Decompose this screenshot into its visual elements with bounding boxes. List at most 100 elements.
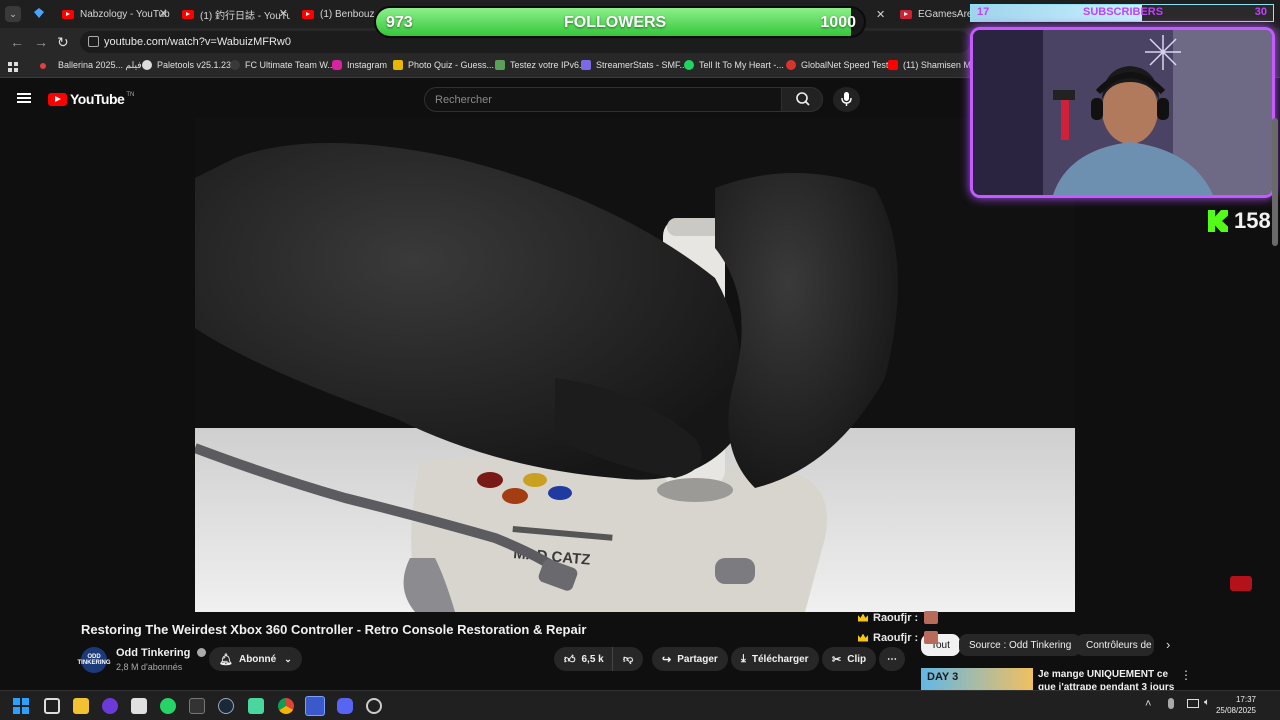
bookmark-item[interactable]: Tell It To My Heart -... [684, 60, 784, 70]
page-scrollbar[interactable] [1272, 118, 1278, 246]
close-tab-icon[interactable]: ✕ [279, 7, 288, 20]
bookmark-icon [393, 60, 403, 70]
back-icon[interactable]: ← [10, 34, 24, 50]
streaming-app-icon[interactable] [305, 696, 325, 716]
country-code: TN [126, 92, 135, 98]
chat-message: Raoufjr : [858, 611, 939, 624]
chip-controllers[interactable]: Contrôleurs de j [1076, 634, 1154, 656]
site-favicon-icon [900, 9, 912, 19]
clip-button[interactable]: ✂ Clip [822, 647, 877, 671]
app-icon[interactable] [248, 698, 264, 714]
crown-icon [858, 633, 868, 642]
discord-icon[interactable] [337, 698, 353, 714]
followers-label: FOLLOWERS [564, 14, 667, 31]
whatsapp-icon[interactable] [160, 698, 176, 714]
bookmark-icon [495, 60, 505, 70]
verified-icon [197, 648, 207, 657]
search-icon [796, 92, 810, 106]
youtube-logo[interactable]: YouTube TN [48, 91, 134, 107]
channel-name-text: Odd Tinkering [116, 647, 191, 659]
search-button[interactable] [781, 87, 823, 112]
steam-icon[interactable] [218, 698, 234, 714]
subscribers-label: SUBSCRIBERS [1083, 6, 1164, 18]
chip-source[interactable]: Source : Odd Tinkering [959, 634, 1082, 656]
bookmark-icon [230, 60, 240, 70]
volume-icon[interactable]: 🔈︎ [1204, 697, 1210, 708]
video-title: Restoring The Weirdest Xbox 360 Controll… [81, 622, 587, 637]
like-count: 6,5 k [581, 653, 604, 665]
share-label: Partager [677, 653, 718, 665]
instagram-icon [332, 60, 342, 70]
url-text: youtube.com/watch?v=WabuizMFRw0 [104, 36, 291, 48]
more-vertical-icon[interactable]: ⋮ [1180, 668, 1192, 682]
browser-tab[interactable]: (1) Benbouzid tv [302, 4, 374, 24]
close-tab-icon[interactable]: ✕ [876, 4, 888, 24]
tab-title: Nabzology - YouTub [80, 8, 170, 20]
subscribe-watermark-icon[interactable] [1230, 576, 1252, 591]
video-player[interactable]: MAD CATZ [195, 118, 1075, 612]
bookmark-item[interactable]: StreamerStats - SMF... [581, 60, 687, 70]
bookmark-item[interactable]: GlobalNet Speed Test [786, 60, 888, 70]
browser-tab[interactable]: EGamesArena [900, 4, 970, 24]
search-input[interactable]: Rechercher [424, 87, 782, 112]
chat-emote-icon [924, 631, 939, 644]
bookmark-item[interactable]: Ballerina 2025... فيلم [40, 60, 142, 71]
dislike-button[interactable]: 👎︎ [612, 647, 644, 671]
chevron-right-icon[interactable]: › [1166, 637, 1170, 652]
tab-title: (1) Benbouzid tv [320, 8, 374, 20]
network-icon[interactable] [1187, 699, 1199, 708]
subscribed-button[interactable]: 🔔︎ Abonné ⌄ [209, 647, 302, 671]
followers-goal: 1000 [820, 14, 856, 31]
youtube-favicon-icon [62, 9, 74, 19]
bookmark-item[interactable]: Photo Quiz - Guess... [393, 60, 494, 70]
pinned-tab-icon[interactable] [34, 8, 44, 18]
youtube-play-icon [48, 92, 67, 106]
app-icon[interactable] [131, 698, 147, 714]
like-button[interactable]: 👍︎ 6,5 k [554, 647, 616, 671]
app-icon[interactable] [366, 698, 382, 714]
microphone-icon[interactable] [1168, 698, 1174, 709]
bookmark-item[interactable]: (11) Shamisen ME [888, 60, 977, 70]
bookmark-item[interactable]: Testez votre IPv6. [495, 60, 582, 70]
system-clock[interactable]: 17:37 25/08/2025 [1216, 694, 1256, 716]
channel-name[interactable]: Odd Tinkering [116, 647, 207, 659]
bookmark-label: (11) Shamisen ME [903, 60, 977, 70]
forward-icon[interactable]: → [34, 34, 48, 50]
chevron-up-icon[interactable]: ˄ [1145, 698, 1151, 710]
kick-logo-icon [1208, 210, 1228, 232]
menu-icon[interactable] [17, 93, 31, 103]
app-icon[interactable] [102, 698, 118, 714]
browser-tab[interactable]: Nabzology - YouTub ✕ [62, 4, 170, 24]
share-icon: ↪ [662, 653, 672, 666]
site-info-icon[interactable] [88, 36, 99, 47]
more-actions-button[interactable]: ⋯ [879, 647, 905, 671]
tab-search-button[interactable]: ⌄ [5, 6, 21, 22]
clip-label: Clip [847, 653, 867, 665]
thumbs-down-icon: 👎︎ [623, 654, 634, 665]
bookmark-item[interactable]: FC Ultimate Team W... [230, 60, 335, 70]
browser-tab[interactable]: (1) 釣行日誌 - YouTu ✕ [182, 4, 290, 24]
apps-grid-icon[interactable] [8, 62, 18, 72]
bookmark-item[interactable]: Instagram [332, 60, 387, 70]
chrome-icon[interactable] [278, 698, 294, 714]
download-button[interactable]: ⤓ Télécharger [731, 647, 819, 671]
bookmark-item[interactable]: Paletools v25.1.23 [142, 60, 231, 70]
windows-start-icon[interactable] [13, 698, 29, 714]
recommended-thumbnail[interactable]: DAY 3 [921, 668, 1033, 690]
bookmark-label: StreamerStats - SMF... [596, 60, 688, 70]
share-button[interactable]: ↪ Partager [652, 647, 728, 671]
subscribers-goal-bar: 17 SUBSCRIBERS 30 [970, 4, 1274, 22]
bookmark-label: Tell It To My Heart -... [699, 60, 784, 70]
close-tab-icon[interactable]: ✕ [159, 7, 168, 20]
channel-avatar[interactable]: ODD TINKERING [78, 647, 111, 673]
task-view-icon[interactable] [44, 698, 60, 714]
app-icon[interactable] [189, 698, 205, 714]
chevron-down-icon: ⌄ [284, 653, 292, 664]
bookmark-icon [786, 60, 796, 70]
file-explorer-icon[interactable] [73, 698, 89, 714]
voice-search-button[interactable] [833, 87, 860, 112]
windows-taskbar: ˄ 🔈︎ 17:37 25/08/2025 [0, 690, 1280, 720]
reload-icon[interactable]: ↻ [57, 34, 69, 51]
recommended-title[interactable]: Je mange UNIQUEMENT ce que j'attrape pen… [1038, 668, 1178, 690]
video-frame: MAD CATZ [195, 118, 1075, 612]
